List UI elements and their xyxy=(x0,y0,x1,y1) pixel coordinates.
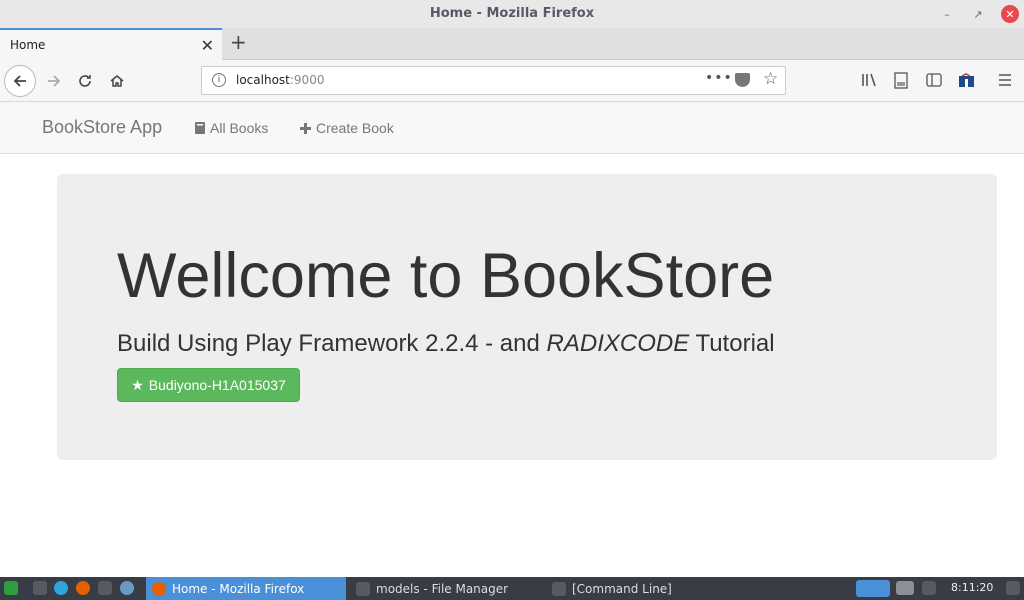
pocket-icon[interactable] xyxy=(735,73,750,87)
minimize-button[interactable]: – xyxy=(938,5,956,23)
os-taskbar: Home - Mozilla Firefox models - File Man… xyxy=(0,577,1024,600)
url-bar[interactable]: i localhost:9000 ••• ☆ xyxy=(201,66,786,95)
tab-home[interactable]: Home ✕ xyxy=(0,28,222,60)
power-icon[interactable] xyxy=(1006,581,1020,595)
forward-button[interactable] xyxy=(38,65,70,97)
new-tab-button[interactable]: + xyxy=(230,30,247,54)
tab-close-icon[interactable]: ✕ xyxy=(201,36,214,55)
home-icon xyxy=(110,75,124,87)
browser-launcher-icon[interactable] xyxy=(120,581,134,595)
extension-icon[interactable] xyxy=(957,70,975,90)
book-icon xyxy=(195,122,205,134)
library-icon[interactable] xyxy=(861,70,879,90)
task-file-manager[interactable]: models - File Manager xyxy=(350,577,540,600)
show-desktop-icon[interactable] xyxy=(33,581,47,595)
sidebar-icon[interactable] xyxy=(925,70,943,90)
page-actions-icon[interactable]: ••• xyxy=(705,70,733,86)
workspace-switcher[interactable] xyxy=(856,580,890,597)
nav-create-book[interactable]: Create Book xyxy=(299,120,394,136)
reload-button[interactable] xyxy=(69,65,101,97)
folder-icon xyxy=(356,581,370,596)
nav-all-books[interactable]: All Books xyxy=(194,120,268,136)
lead-text: Build Using Play Framework 2.2.4 - and R… xyxy=(117,330,775,357)
app-navbar: BookStore App All Books Create Book xyxy=(0,102,1024,154)
page-heading: Wellcome to BookStore xyxy=(117,241,775,311)
reload-icon xyxy=(79,75,91,87)
back-button[interactable] xyxy=(4,65,36,97)
clock[interactable]: 8:11:20 xyxy=(951,581,993,594)
firefox-icon xyxy=(152,581,166,596)
star-icon: ★ xyxy=(131,376,144,393)
terminal-icon xyxy=(552,581,566,596)
home-button[interactable] xyxy=(101,65,133,97)
network-icon[interactable] xyxy=(896,581,914,595)
menu-icon[interactable] xyxy=(997,70,1013,90)
site-info-icon[interactable]: i xyxy=(212,73,226,87)
window-title: Home - Mozilla Firefox xyxy=(429,6,595,21)
start-menu-icon[interactable] xyxy=(4,581,18,595)
telegram-icon[interactable] xyxy=(54,581,68,595)
task-command-line[interactable]: [Command Line] xyxy=(546,577,746,600)
task-firefox[interactable]: Home - Mozilla Firefox xyxy=(146,577,346,600)
url-text[interactable]: localhost:9000 xyxy=(236,73,324,87)
tab-strip: Home ✕ + xyxy=(0,28,1024,60)
browser-toolbar: i localhost:9000 ••• ☆ xyxy=(0,60,1024,102)
back-arrow-icon xyxy=(13,75,26,87)
tab-label: Home xyxy=(10,38,46,52)
window-titlebar: Home - Mozilla Firefox – ↗ ✕ xyxy=(0,0,1024,28)
bookmark-star-icon[interactable]: ☆ xyxy=(763,69,778,89)
firefox-launcher-icon[interactable] xyxy=(76,581,90,595)
forward-arrow-icon xyxy=(48,75,61,87)
home-folder-icon[interactable] xyxy=(98,581,112,595)
reader-view-icon[interactable] xyxy=(893,70,909,90)
plus-icon xyxy=(300,122,311,134)
maximize-button[interactable]: ↗ xyxy=(969,5,987,23)
app-brand[interactable]: BookStore App xyxy=(42,117,162,138)
author-button[interactable]: ★ Budiyono-H1A015037 xyxy=(117,368,300,402)
jumbotron: Wellcome to BookStore Build Using Play F… xyxy=(57,174,997,460)
close-window-button[interactable]: ✕ xyxy=(1001,5,1019,23)
volume-icon[interactable] xyxy=(922,581,936,595)
